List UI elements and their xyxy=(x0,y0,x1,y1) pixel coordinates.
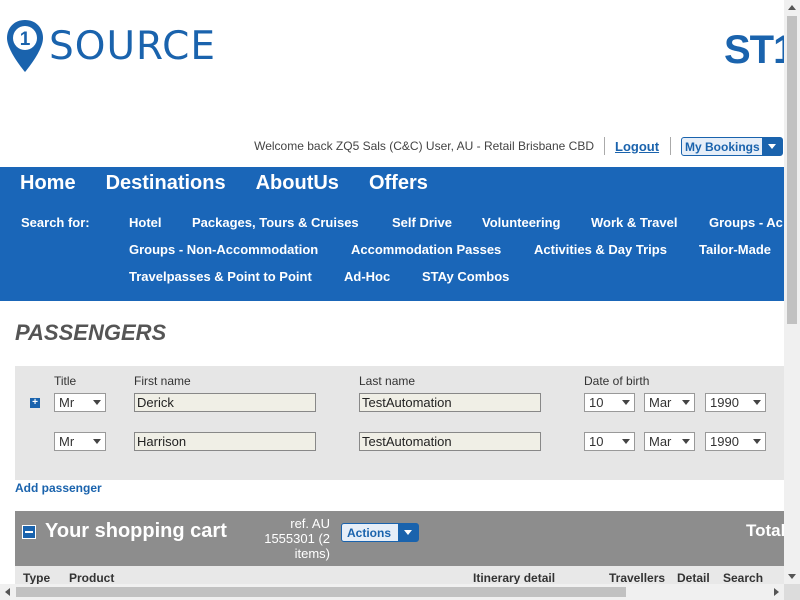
scroll-down-icon[interactable] xyxy=(788,574,796,579)
logo-wordmark: SOURCE xyxy=(49,23,217,69)
logo-badge-number: 1 xyxy=(20,29,31,50)
title-select[interactable]: Mr xyxy=(54,432,106,451)
logout-link[interactable]: Logout xyxy=(615,139,659,154)
cart-table-header: Type Product Itinerary detail Travellers… xyxy=(15,566,784,584)
column-first-name: First name xyxy=(134,374,191,388)
title-select[interactable]: Mr xyxy=(54,393,106,412)
search-groups-non-accommodation[interactable]: Groups - Non-Accommodation xyxy=(129,242,318,257)
search-stay-combos[interactable]: STAy Combos xyxy=(422,269,509,284)
chevron-down-icon xyxy=(398,524,418,541)
scroll-right-icon[interactable] xyxy=(774,588,779,596)
search-work-travel[interactable]: Work & Travel xyxy=(591,215,677,230)
search-tailor-made[interactable]: Tailor-Made xyxy=(699,242,771,257)
main-navigation: Home Destinations AboutUs Offers Search … xyxy=(0,167,784,301)
column-date-of-birth: Date of birth xyxy=(584,374,650,388)
col-type: Type xyxy=(23,571,51,584)
one-source-logo[interactable]: 1 SOURCE xyxy=(5,18,216,74)
shopping-cart-panel: Your shopping cart ref. AU 1555301 (2 it… xyxy=(15,511,784,584)
divider xyxy=(670,137,671,155)
location-pin-icon: 1 xyxy=(7,20,43,72)
actions-dropdown[interactable]: Actions xyxy=(341,523,419,542)
chevron-down-icon xyxy=(762,138,782,155)
welcome-text: Welcome back ZQ5 Sals (C&C) User, AU - R… xyxy=(254,139,594,153)
nav-offers[interactable]: Offers xyxy=(369,172,428,195)
col-travellers: Travellers xyxy=(609,571,666,584)
search-hotel[interactable]: Hotel xyxy=(129,215,162,230)
dob-month-select[interactable]: Mar xyxy=(644,393,695,412)
cart-total-label: Total xyxy=(746,521,784,540)
cart-title: Your shopping cart xyxy=(45,520,227,542)
expand-passenger-icon[interactable]: + xyxy=(30,398,40,408)
search-packages[interactable]: Packages, Tours & Cruises xyxy=(192,215,359,230)
actions-label: Actions xyxy=(347,525,392,540)
search-ad-hoc[interactable]: Ad-Hoc xyxy=(344,269,390,284)
dob-day-select[interactable]: 10 xyxy=(584,432,635,451)
column-last-name: Last name xyxy=(359,374,416,388)
search-for-label: Search for: xyxy=(21,215,90,230)
scroll-up-icon[interactable] xyxy=(788,5,796,10)
last-name-field[interactable]: TestAutomation xyxy=(359,393,541,412)
last-name-field[interactable]: TestAutomation xyxy=(359,432,541,451)
col-detail: Detail xyxy=(677,571,710,584)
passengers-heading: PASSENGERS xyxy=(15,320,167,345)
scrollbar-corner xyxy=(784,584,800,600)
search-volunteering[interactable]: Volunteering xyxy=(482,215,560,230)
col-search: Search xyxy=(723,571,764,584)
account-bar: Welcome back ZQ5 Sals (C&C) User, AU - R… xyxy=(0,137,784,159)
vertical-scrollbar[interactable] xyxy=(784,0,800,584)
first-name-field[interactable]: Harrison xyxy=(134,432,316,451)
partner-logo: ST1 xyxy=(724,28,784,72)
search-self-drive[interactable]: Self Drive xyxy=(392,215,452,230)
dob-month-select[interactable]: Mar xyxy=(644,432,695,451)
nav-home[interactable]: Home xyxy=(20,172,76,195)
scroll-thumb[interactable] xyxy=(16,587,626,597)
passengers-panel: Title First name Last name Date of birth… xyxy=(15,366,784,480)
dob-day-select[interactable]: 10 xyxy=(584,393,635,412)
collapse-icon[interactable] xyxy=(22,525,36,539)
my-bookings-dropdown[interactable]: My Bookings xyxy=(681,137,783,156)
add-passenger-link[interactable]: Add passenger xyxy=(15,481,102,495)
scroll-left-icon[interactable] xyxy=(5,588,10,596)
divider xyxy=(604,137,605,155)
my-bookings-label: My Bookings xyxy=(685,139,760,154)
booking-page: 1 SOURCE ST1 Welcome back ZQ5 Sals (C&C)… xyxy=(0,0,784,584)
first-name-field[interactable]: Derick xyxy=(134,393,316,412)
col-product: Product xyxy=(69,571,115,584)
cart-reference: ref. AU 1555301 (2 items) xyxy=(264,516,330,561)
scroll-thumb[interactable] xyxy=(787,16,797,324)
nav-aboutus[interactable]: AboutUs xyxy=(256,172,339,195)
col-itinerary: Itinerary detail xyxy=(473,571,556,584)
search-accommodation-passes[interactable]: Accommodation Passes xyxy=(351,242,501,257)
search-activities[interactable]: Activities & Day Trips xyxy=(534,242,667,257)
column-title: Title xyxy=(54,374,77,388)
search-travelpasses[interactable]: Travelpasses & Point to Point xyxy=(129,269,312,284)
dob-year-select[interactable]: 1990 xyxy=(705,393,766,412)
horizontal-scrollbar[interactable] xyxy=(0,584,784,600)
search-groups-accommodation[interactable]: Groups - Ac xyxy=(709,215,783,230)
nav-destinations[interactable]: Destinations xyxy=(106,172,226,195)
dob-year-select[interactable]: 1990 xyxy=(705,432,766,451)
